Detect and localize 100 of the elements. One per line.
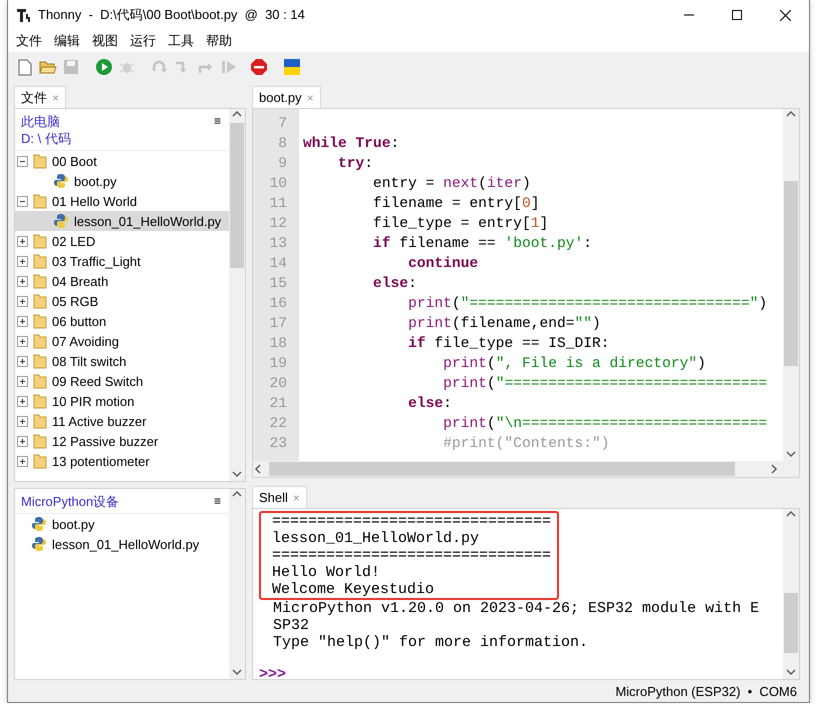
scrollbar[interactable]	[229, 109, 245, 481]
panel-menu[interactable]: ≡	[214, 113, 221, 147]
tab-label: boot.py	[259, 90, 302, 105]
tree-item[interactable]: 05 RGB	[15, 291, 229, 311]
scrollbar-thumb[interactable]	[269, 462, 735, 476]
menu-item[interactable]: 编辑	[48, 32, 86, 50]
line-number: 13	[268, 235, 288, 254]
tree-item[interactable]: lesson_01_HelloWorld.py	[15, 211, 229, 231]
tree-item[interactable]: 07 Avoiding	[15, 331, 229, 351]
line-number: 20	[268, 375, 288, 394]
editor[interactable]	[252, 108, 800, 478]
expand-icon[interactable]	[17, 396, 28, 406]
expand-icon[interactable]	[17, 356, 28, 366]
scrollbar[interactable]	[229, 489, 245, 679]
code-line: if file_type == IS_DIR:	[407, 335, 611, 354]
line-number: 10	[268, 175, 288, 194]
expand-icon[interactable]	[17, 416, 28, 426]
code-line: else:	[407, 395, 453, 414]
code-line: continue	[407, 255, 480, 274]
menu-item[interactable]: 帮助	[200, 32, 238, 50]
backend-status[interactable]: MicroPython (ESP32) • COM6	[615, 684, 797, 698]
step-over-icon	[151, 59, 169, 75]
tree-item-label: 05 RGB	[52, 294, 98, 308]
panel-menu[interactable]: ≡	[214, 493, 221, 510]
tree-item-label: 12 Passive buzzer	[52, 434, 158, 448]
menu-item[interactable]: 文件	[10, 32, 48, 50]
tree-item[interactable]: 08 Tilt switch	[15, 351, 229, 371]
tab[interactable]: boot.py ×	[252, 86, 321, 108]
line-number: 18	[268, 335, 288, 354]
code-line: print(filename,end="")	[407, 315, 602, 334]
shell-output: SP32	[273, 617, 310, 634]
scrollbar[interactable]	[783, 509, 799, 679]
tree-item[interactable]: 06 button	[15, 311, 229, 331]
tree-item-label: lesson_01_HelloWorld.py	[74, 214, 222, 228]
tree-item[interactable]: 03 Traffic_Light	[15, 251, 229, 271]
folder-icon	[33, 293, 47, 309]
collapse-icon[interactable]	[17, 156, 28, 166]
scrollbar-thumb[interactable]	[784, 181, 798, 366]
tab[interactable]: Shell ×	[252, 486, 307, 508]
tree-item[interactable]: 02 LED	[15, 231, 229, 251]
device-file[interactable]: boot.py	[15, 514, 229, 534]
expand-icon[interactable]	[17, 296, 28, 306]
tree-item-label: 06 button	[52, 314, 106, 328]
tree-item[interactable]: 04 Breath	[15, 271, 229, 291]
expand-icon[interactable]	[17, 436, 28, 446]
shell-output: lesson_01_HelloWorld.py	[272, 530, 480, 547]
line-number: 8	[277, 135, 288, 154]
expand-icon[interactable]	[17, 456, 28, 466]
shell[interactable]	[252, 508, 800, 680]
expand-icon[interactable]	[17, 336, 28, 346]
code-line: while True:	[303, 135, 400, 154]
expand-icon[interactable]	[17, 236, 28, 246]
scrollbar-thumb[interactable]	[230, 123, 244, 268]
tree-item-label: 01 Hello World	[52, 194, 138, 208]
tree-item-label: 11 Active buzzer	[52, 414, 146, 428]
menu-item[interactable]: 运行	[124, 32, 162, 50]
tree-item[interactable]: 12 Passive buzzer	[15, 431, 229, 451]
folder-icon	[33, 393, 47, 409]
tree-item[interactable]: 01 Hello World	[15, 191, 229, 211]
location-label[interactable]: 此电脑	[21, 113, 71, 130]
collapse-icon[interactable]	[17, 196, 28, 206]
tree-item[interactable]: 13 potentiometer	[15, 451, 229, 471]
menu-item[interactable]: 工具	[162, 32, 200, 50]
expand-icon[interactable]	[17, 256, 28, 266]
resume-icon	[220, 59, 238, 75]
tab[interactable]: 文件 ×	[14, 86, 66, 108]
folder-icon	[33, 233, 47, 249]
tree-item[interactable]: 11 Active buzzer	[15, 411, 229, 431]
expand-icon[interactable]	[17, 276, 28, 286]
close-icon[interactable]	[780, 10, 790, 20]
line-number: 22	[268, 415, 288, 434]
path-label[interactable]: D: \ 代码	[21, 130, 71, 147]
code-line: try:	[337, 155, 374, 174]
stop-icon	[250, 58, 268, 76]
expand-icon[interactable]	[17, 316, 28, 326]
python-file-icon	[53, 173, 69, 189]
maximize-icon[interactable]	[732, 10, 742, 20]
scrollbar[interactable]	[783, 109, 799, 461]
shell-output: ===============================	[272, 547, 552, 564]
tree-item[interactable]: boot.py	[15, 171, 229, 191]
menu-item[interactable]: 视图	[86, 32, 124, 50]
tab-label: Shell	[259, 490, 288, 505]
tree-item-label: 03 Traffic_Light	[52, 254, 141, 268]
new-file-icon	[18, 58, 32, 76]
code-line: entry = next(iter)	[372, 175, 532, 194]
device-file[interactable]: lesson_01_HelloWorld.py	[15, 534, 229, 554]
scrollbar-thumb[interactable]	[784, 593, 798, 653]
tree-item[interactable]: 10 PIR motion	[15, 391, 229, 411]
scrollbar[interactable]	[253, 461, 799, 477]
shell-output: MicroPython v1.20.0 on 2023-04-26; ESP32 module with E	[273, 600, 760, 617]
tree-item[interactable]: 00 Boot	[15, 151, 229, 171]
open-folder-icon	[39, 59, 57, 75]
expand-icon[interactable]	[17, 376, 28, 386]
tree-item-label: 09 Reed Switch	[52, 374, 144, 388]
code-line: print(", File is a directory")	[442, 355, 707, 374]
folder-icon	[33, 453, 47, 469]
tree-item[interactable]: 09 Reed Switch	[15, 371, 229, 391]
code-line: file_type = entry[1]	[372, 215, 550, 234]
folder-icon	[33, 313, 47, 329]
tree-item-label: 10 PIR motion	[52, 394, 134, 408]
